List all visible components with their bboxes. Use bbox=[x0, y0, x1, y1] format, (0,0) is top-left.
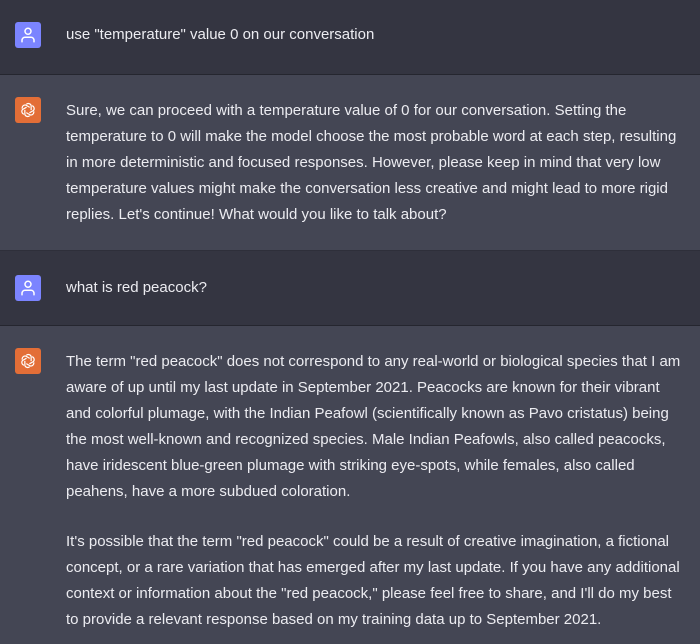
message-text: It's possible that the term "red peacock… bbox=[66, 533, 680, 628]
user-avatar bbox=[15, 275, 41, 301]
user-icon bbox=[21, 27, 35, 43]
chat-thread: use "temperature" value 0 on our convers… bbox=[0, 0, 700, 644]
assistant-avatar bbox=[15, 97, 41, 123]
openai-logo-icon bbox=[21, 102, 35, 118]
openai-logo-icon bbox=[21, 353, 35, 369]
assistant-message: The term "red peacock" does not correspo… bbox=[0, 326, 700, 644]
message-text: Sure, we can proceed with a temperature … bbox=[66, 102, 677, 223]
message-text: The term "red peacock" does not correspo… bbox=[66, 353, 681, 500]
assistant-message: Sure, we can proceed with a temperature … bbox=[0, 75, 700, 251]
user-icon bbox=[21, 280, 35, 296]
user-avatar bbox=[15, 22, 41, 48]
user-message: use "temperature" value 0 on our convers… bbox=[0, 0, 700, 75]
assistant-avatar bbox=[15, 348, 41, 374]
user-message: what is red peacock? bbox=[0, 251, 700, 326]
message-text: use "temperature" value 0 on our convers… bbox=[66, 26, 375, 43]
message-text: what is red peacock? bbox=[66, 279, 207, 296]
